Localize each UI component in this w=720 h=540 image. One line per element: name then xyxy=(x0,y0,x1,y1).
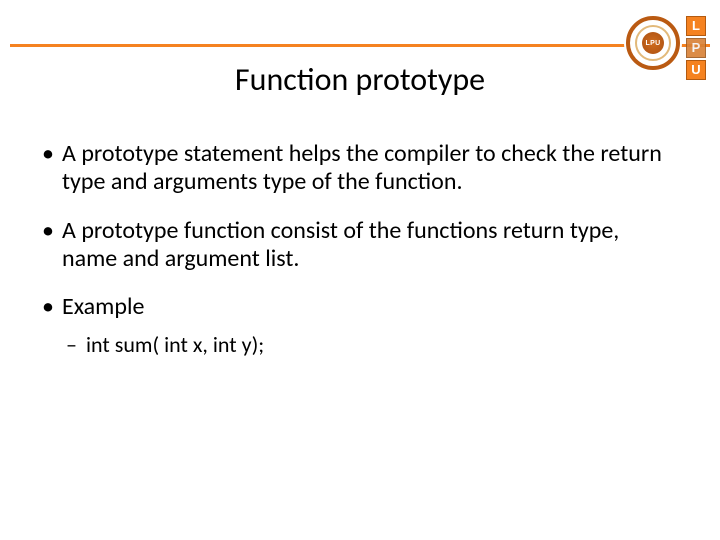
slide: LPU L P U Function prototype A prototype… xyxy=(0,0,720,540)
bullet-list: A prototype statement helps the compiler… xyxy=(40,140,670,358)
example-code: int sum( int x, int y); xyxy=(86,331,264,358)
sub-list: int sum( int x, int y); xyxy=(62,332,670,358)
logo-tile-l: L xyxy=(686,16,706,36)
bullet-item: A prototype statement helps the compiler… xyxy=(40,140,670,197)
seal-text: LPU xyxy=(646,40,661,47)
bullet-item: A prototype function consist of the func… xyxy=(40,217,670,274)
logo-tile-p: P xyxy=(686,38,706,58)
divider-rule xyxy=(10,44,710,47)
slide-body: A prototype statement helps the compiler… xyxy=(40,140,670,378)
bullet-text: A prototype statement helps the compiler… xyxy=(62,139,662,196)
slide-title: Function prototype xyxy=(0,60,720,99)
bullet-text: Example xyxy=(62,292,144,321)
bullet-text: A prototype function consist of the func… xyxy=(62,216,619,273)
sub-item: int sum( int x, int y); xyxy=(62,332,670,358)
bullet-item: Example int sum( int x, int y); xyxy=(40,293,670,357)
